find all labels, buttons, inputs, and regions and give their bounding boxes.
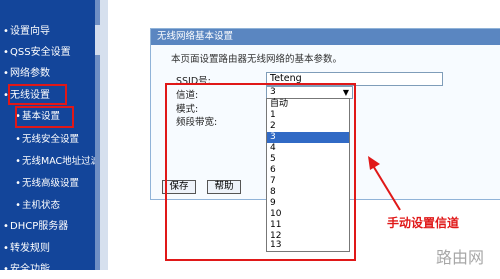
annotation-text: 手动设置信道 xyxy=(387,216,460,230)
sidebar-item-forwarding[interactable]: •转发规则 xyxy=(0,240,102,258)
sidebar-nav: •设置向导 •QSS安全设置 •网络参数 •无线设置 •基本设置 •无线安全设置… xyxy=(0,0,102,275)
bullet-icon: • xyxy=(15,200,21,211)
bullet-icon: • xyxy=(15,156,21,167)
panel-title: 无线网络基本设置 xyxy=(151,29,500,45)
sidebar-item-label: 无线安全设置 xyxy=(22,134,80,145)
highlight-channel-area xyxy=(165,83,356,261)
sidebar-item-network[interactable]: •网络参数 xyxy=(0,65,102,83)
sidebar-item-qss[interactable]: •QSS安全设置 xyxy=(0,44,102,62)
bullet-icon: • xyxy=(3,47,9,58)
bullet-icon: • xyxy=(3,243,9,254)
bullet-icon: • xyxy=(3,264,9,275)
bullet-icon: • xyxy=(15,178,21,189)
bullet-icon: • xyxy=(3,221,9,232)
bullet-icon: • xyxy=(3,26,9,37)
sidebar-item-label: 网络参数 xyxy=(10,68,50,79)
panel-description: 本页面设置路由器无线网络的基本参数。 xyxy=(171,54,343,65)
bullet-icon: • xyxy=(3,68,9,79)
highlight-basic-settings xyxy=(15,106,74,128)
bullet-icon: • xyxy=(15,134,21,145)
sidebar-item-security[interactable]: •安全功能 xyxy=(0,261,102,279)
sidebar-item-label: DHCP服务器 xyxy=(10,221,69,232)
sidebar-item-setup-wizard[interactable]: •设置向导 xyxy=(0,23,102,41)
highlight-wireless-menu xyxy=(8,84,67,105)
sidebar-item-label: 设置向导 xyxy=(10,26,50,37)
sidebar-item-label: 无线MAC地址过滤 xyxy=(22,156,101,167)
watermark-logo: 路由网 xyxy=(436,248,485,267)
sidebar-item-label: 主机状态 xyxy=(22,200,61,211)
annotation-arrow-icon xyxy=(368,156,401,211)
sidebar-item-label: 无线高级设置 xyxy=(22,178,80,189)
frame-divider xyxy=(100,0,108,270)
sidebar-item-label: QSS安全设置 xyxy=(10,47,71,58)
sidebar-item-dhcp[interactable]: •DHCP服务器 xyxy=(0,218,102,236)
sidebar-item-label: 转发规则 xyxy=(10,243,50,254)
